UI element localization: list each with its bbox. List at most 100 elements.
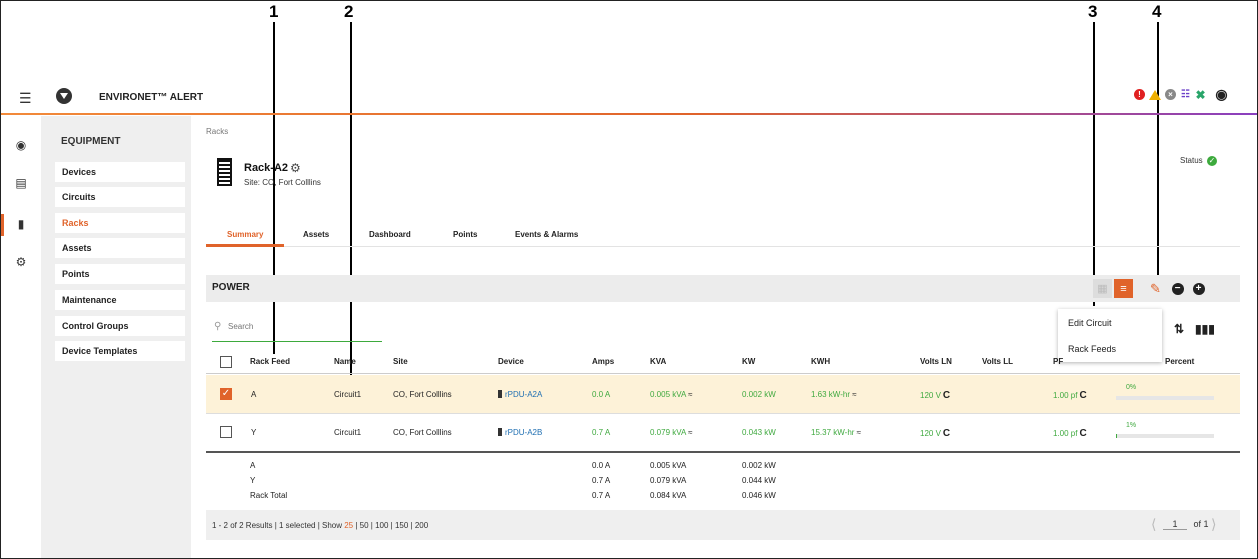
page-size-options[interactable]: | 50 | 100 | 150 | 200 bbox=[353, 521, 428, 530]
edit-dropdown-menu: Edit Circuit Rack Feeds bbox=[1058, 309, 1162, 362]
callout-1: 1 bbox=[269, 2, 279, 21]
select-all-checkbox[interactable] bbox=[220, 356, 232, 368]
cell-device-link[interactable]: rPDU-A2A bbox=[498, 390, 542, 399]
results-summary: 1 - 2 of 2 Results | 1 selected | Show 2… bbox=[212, 521, 428, 530]
percent-bar bbox=[1116, 396, 1214, 400]
status-icons: ! × ☷ ✖ ◉ bbox=[1134, 86, 1228, 102]
volts-ln-value: 120 V bbox=[920, 429, 941, 438]
sort-icon[interactable]: ⇅ bbox=[1174, 322, 1184, 336]
approx-icon: ≈ bbox=[856, 428, 862, 437]
top-navbar: ☰ ENVIRONET™ ALERT ! × ☷ ✖ ◉ bbox=[1, 82, 1257, 115]
cell-site: CO, Fort Colllins bbox=[393, 428, 452, 437]
percent-bar bbox=[1116, 434, 1214, 438]
col-kwh[interactable]: KWH bbox=[811, 357, 830, 366]
cell-kwh: 15.37 kW-hr ≈ bbox=[811, 428, 861, 437]
columns-icon[interactable]: ▮▮▮ bbox=[1195, 322, 1215, 336]
total-kva: 0.084 kVA bbox=[650, 491, 687, 500]
col-percent[interactable]: Percent bbox=[1165, 357, 1194, 366]
results-text: 1 - 2 of 2 Results | 1 selected | Show bbox=[212, 521, 345, 530]
cell-kwh: 1.63 kW-hr ≈ bbox=[811, 390, 857, 399]
rack-icon bbox=[217, 158, 232, 186]
col-name[interactable]: Name bbox=[334, 357, 356, 366]
cell-pf: 1.00 pf C bbox=[1053, 390, 1087, 401]
pdu-icon bbox=[498, 428, 502, 436]
total-amps: 0.7 A bbox=[592, 491, 611, 500]
search-input[interactable] bbox=[228, 322, 378, 331]
sidemenu-item-assets[interactable]: Assets bbox=[55, 238, 185, 258]
col-kva[interactable]: KVA bbox=[650, 357, 666, 366]
hamburger-menu-icon[interactable]: ☰ bbox=[19, 90, 32, 107]
cell-rack-feed: A bbox=[251, 390, 257, 399]
sidemenu-item-racks[interactable]: Racks bbox=[55, 213, 185, 233]
col-device[interactable]: Device bbox=[498, 357, 524, 366]
col-volts-ln[interactable]: Volts LN bbox=[920, 357, 952, 366]
critical-alarm-icon[interactable]: ! bbox=[1134, 89, 1145, 100]
dashboard-icon[interactable]: ◉ bbox=[14, 138, 28, 152]
user-account-icon[interactable]: ◉ bbox=[1215, 86, 1227, 102]
total-amps: 0.0 A bbox=[592, 461, 611, 470]
row-checkbox[interactable]: ✓ bbox=[220, 388, 232, 400]
remove-circle-icon[interactable]: − bbox=[1168, 279, 1187, 298]
menu-item-edit-circuit[interactable]: Edit Circuit bbox=[1068, 318, 1112, 328]
pf-value: 1.00 pf bbox=[1053, 429, 1078, 438]
rack-settings-gear-icon[interactable]: ⚙ bbox=[290, 161, 301, 175]
edit-pencil-icon[interactable]: ✎ bbox=[1146, 279, 1165, 298]
grid-view-icon[interactable]: ▦ bbox=[1093, 279, 1112, 298]
totals-divider bbox=[206, 451, 1240, 453]
col-rack-feed[interactable]: Rack Feed bbox=[250, 357, 290, 366]
warning-alarm-icon[interactable] bbox=[1149, 89, 1161, 100]
app-title: ENVIRONET™ ALERT bbox=[99, 92, 204, 103]
page-number-input[interactable]: 1 bbox=[1162, 519, 1187, 530]
cell-name: Circuit1 bbox=[334, 428, 362, 437]
percent-bar-fill bbox=[1116, 434, 1117, 438]
breadcrumb[interactable]: Racks bbox=[206, 127, 228, 136]
kwh-value: 15.37 kW-hr bbox=[811, 428, 855, 437]
menu-item-rack-feeds[interactable]: Rack Feeds bbox=[1068, 344, 1116, 354]
disconnected-icon[interactable]: × bbox=[1165, 89, 1176, 100]
settings-gear-icon[interactable]: ⚙ bbox=[14, 255, 28, 269]
status-ok-icon: ✓ bbox=[1206, 156, 1217, 166]
network-icon[interactable]: ☷ bbox=[1180, 89, 1191, 100]
tab-assets[interactable]: Assets bbox=[303, 230, 329, 239]
header-divider bbox=[206, 373, 1240, 374]
next-page-icon[interactable]: ⟩ bbox=[1211, 516, 1216, 532]
reports-icon[interactable]: ▤ bbox=[14, 176, 28, 190]
power-label: POWER bbox=[212, 282, 250, 293]
kwh-value: 1.63 kW-hr bbox=[811, 390, 850, 399]
kva-value: 0.079 kVA bbox=[650, 428, 686, 437]
col-volts-ll[interactable]: Volts LL bbox=[982, 357, 1013, 366]
tab-summary[interactable]: Summary bbox=[227, 230, 263, 239]
equipment-icon[interactable]: ▮ bbox=[14, 217, 28, 231]
col-amps[interactable]: Amps bbox=[592, 357, 614, 366]
sidemenu-item-points[interactable]: Points bbox=[55, 264, 185, 284]
cell-device-link[interactable]: rPDU-A2B bbox=[498, 428, 542, 437]
page-size-active[interactable]: 25 bbox=[344, 521, 353, 530]
col-pf[interactable]: PF bbox=[1053, 357, 1063, 366]
sidemenu-item-circuits[interactable]: Circuits bbox=[55, 187, 185, 207]
calculated-icon: C bbox=[942, 390, 951, 401]
tools-icon[interactable]: ✖ bbox=[1195, 88, 1206, 102]
cell-name: Circuit1 bbox=[334, 390, 362, 399]
row-checkbox[interactable] bbox=[220, 426, 232, 438]
vertiv-logo-icon bbox=[56, 88, 72, 104]
tab-points[interactable]: Points bbox=[453, 230, 477, 239]
sidemenu-item-device-templates[interactable]: Device Templates bbox=[55, 341, 185, 361]
rack-tabs: Summary Assets Dashboard Points Events &… bbox=[206, 222, 1240, 247]
total-label: Y bbox=[250, 476, 256, 485]
add-circle-icon[interactable]: + bbox=[1189, 279, 1208, 298]
callout-1-line bbox=[273, 22, 275, 354]
rail-active-indicator bbox=[1, 214, 4, 236]
list-view-icon[interactable]: ≡ bbox=[1114, 279, 1133, 298]
sidemenu-item-control-groups[interactable]: Control Groups bbox=[55, 316, 185, 336]
icon-rail: ◉ ▤ ▮ ⚙ bbox=[1, 116, 41, 558]
sidemenu-item-maintenance[interactable]: Maintenance bbox=[55, 290, 185, 310]
prev-page-icon[interactable]: ⟨ bbox=[1151, 516, 1156, 532]
tab-dashboard[interactable]: Dashboard bbox=[369, 230, 411, 239]
tab-active-underline bbox=[206, 244, 284, 247]
col-site[interactable]: Site bbox=[393, 357, 408, 366]
sidemenu-item-devices[interactable]: Devices bbox=[55, 162, 185, 182]
device-name: rPDU-A2A bbox=[505, 390, 543, 399]
calculated-icon: C bbox=[942, 428, 951, 439]
tab-events-alarms[interactable]: Events & Alarms bbox=[515, 230, 578, 239]
col-kw[interactable]: KW bbox=[742, 357, 755, 366]
